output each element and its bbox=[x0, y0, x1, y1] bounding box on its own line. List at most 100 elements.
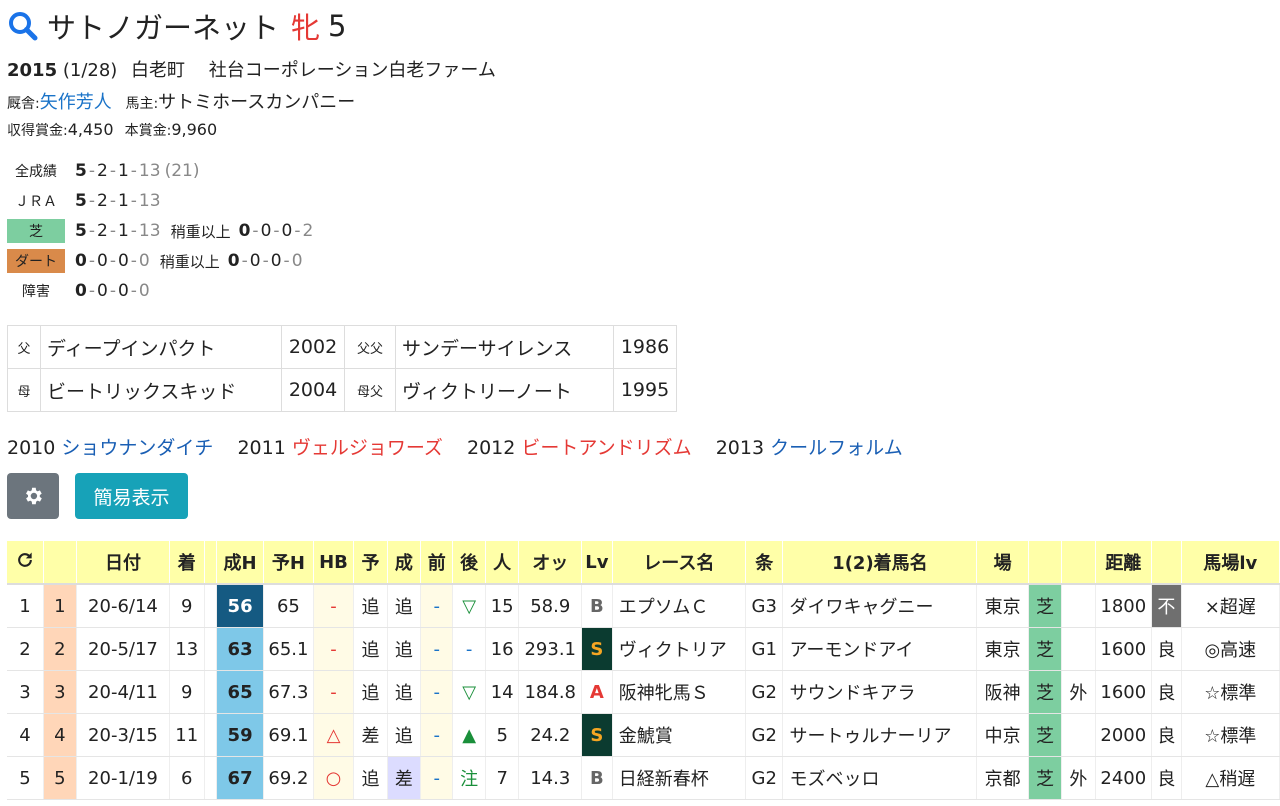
ato-mark: ▽ bbox=[452, 670, 486, 714]
refresh-header[interactable] bbox=[7, 541, 44, 585]
horse-age: 5 bbox=[328, 9, 347, 43]
simple-view-button[interactable]: 簡易表示 bbox=[75, 473, 188, 519]
col-header[interactable] bbox=[204, 541, 218, 585]
pred-style: 追 bbox=[353, 627, 388, 671]
hb-mark: - bbox=[313, 584, 355, 628]
course-side bbox=[1061, 713, 1096, 757]
table-row[interactable]: 3 3 20-4/11 9 65 67.3 - 追 追 - ▽ 14 184.8… bbox=[7, 670, 1280, 714]
sire-name[interactable]: ディープインパクト bbox=[40, 325, 282, 369]
race-table: 日付 着 成H 予H HB 予 成 前 後 人 オッ Lv レース名 条 1(2… bbox=[7, 541, 1280, 800]
popularity: 7 bbox=[485, 756, 520, 800]
record-second: 0 bbox=[96, 281, 108, 301]
heavy-win: 0 bbox=[227, 251, 240, 271]
search-icon[interactable] bbox=[7, 10, 39, 42]
mae-mark: - bbox=[420, 756, 454, 800]
pred-style: 追 bbox=[353, 670, 388, 714]
ss-year: 1986 bbox=[613, 325, 677, 369]
sibling-link[interactable]: クールフォルム bbox=[770, 437, 903, 459]
record-second: 2 bbox=[96, 161, 108, 181]
col-header[interactable]: 距離 bbox=[1095, 541, 1153, 585]
pred-h: 67.3 bbox=[263, 670, 314, 714]
col-header[interactable]: 成H bbox=[216, 541, 265, 585]
pred-h: 69.2 bbox=[263, 756, 314, 800]
odds: 24.2 bbox=[518, 713, 583, 757]
sibling-link[interactable]: ビートアンドリズム bbox=[521, 437, 691, 459]
sibling-item: 2013 クールフォルム bbox=[716, 437, 903, 459]
hb-mark: ○ bbox=[313, 756, 355, 800]
distance: 2000 bbox=[1095, 713, 1153, 757]
ato-mark: ▽ bbox=[452, 584, 486, 628]
col-header[interactable]: オッ bbox=[518, 541, 583, 585]
col-header[interactable]: 予H bbox=[263, 541, 314, 585]
turf-badge: 芝 bbox=[7, 219, 65, 243]
col-header[interactable]: 予 bbox=[353, 541, 388, 585]
col-header[interactable]: HB bbox=[313, 541, 355, 585]
pred-style: 追 bbox=[353, 584, 388, 628]
col-header[interactable]: 条 bbox=[745, 541, 784, 585]
col-header[interactable] bbox=[1151, 541, 1182, 585]
settings-button[interactable] bbox=[7, 473, 59, 519]
refresh-icon[interactable] bbox=[15, 550, 35, 570]
col-header[interactable]: 場 bbox=[976, 541, 1029, 585]
heavy-second: 0 bbox=[260, 221, 272, 241]
winner-name[interactable]: アーモンドアイ bbox=[782, 627, 978, 671]
row-no: 1 bbox=[7, 584, 44, 628]
col-header[interactable]: 1(2)着馬名 bbox=[782, 541, 978, 585]
popularity: 15 bbox=[485, 584, 520, 628]
col-header[interactable]: 人 bbox=[485, 541, 520, 585]
race-name[interactable]: ヴィクトリア bbox=[612, 627, 746, 671]
race-grade: G2 bbox=[745, 756, 784, 800]
col-header[interactable]: 前 bbox=[420, 541, 454, 585]
col-header[interactable]: Lv bbox=[581, 541, 613, 585]
pred-style: 差 bbox=[353, 713, 388, 757]
col-header[interactable]: 成 bbox=[387, 541, 422, 585]
sibling-link[interactable]: ヴェルジョワーズ bbox=[292, 437, 443, 459]
col-header[interactable]: 後 bbox=[452, 541, 486, 585]
record-second: 0 bbox=[96, 251, 108, 271]
ds-name[interactable]: ヴィクトリーノート bbox=[395, 368, 614, 412]
finish-rank: 9 bbox=[169, 584, 205, 628]
popularity: 5 bbox=[485, 713, 520, 757]
winner-name[interactable]: サートゥルナーリア bbox=[782, 713, 978, 757]
winner-name[interactable]: サウンドキアラ bbox=[782, 670, 978, 714]
birth-year: 2015 bbox=[7, 60, 58, 81]
table-row[interactable]: 2 2 20-5/17 13 63 65.1 - 追 追 - - 16 293.… bbox=[7, 627, 1280, 671]
pred-h: 65 bbox=[263, 584, 314, 628]
col-header[interactable] bbox=[1028, 541, 1063, 585]
race-name[interactable]: 阪神牝馬Ｓ bbox=[612, 670, 746, 714]
race-name[interactable]: エプソムＣ bbox=[612, 584, 746, 628]
col-header[interactable]: レース名 bbox=[612, 541, 746, 585]
col-header[interactable] bbox=[1061, 541, 1096, 585]
odds: 293.1 bbox=[518, 627, 583, 671]
racecourse: 阪神 bbox=[976, 670, 1029, 714]
row-no: 5 bbox=[7, 756, 44, 800]
winner-name[interactable]: モズベッロ bbox=[782, 756, 978, 800]
table-row[interactable]: 5 5 20-1/19 6 67 69.2 ○ 追 差 - 注 7 14.3 B… bbox=[7, 756, 1280, 800]
trainer-link[interactable]: 矢作芳人 bbox=[40, 92, 112, 113]
record-win: 5 bbox=[75, 191, 87, 211]
race-level: S bbox=[581, 627, 613, 671]
ss-name[interactable]: サンデーサイレンス bbox=[395, 325, 614, 369]
row-no: 4 bbox=[7, 713, 44, 757]
course-side bbox=[1061, 584, 1096, 628]
table-row[interactable]: 1 1 20-6/14 9 56 65 - 追 追 - ▽ 15 58.9 B … bbox=[7, 584, 1280, 628]
heavy-third: 0 bbox=[281, 221, 293, 241]
col-header[interactable]: 着 bbox=[169, 541, 205, 585]
col-header[interactable]: 馬場lv bbox=[1181, 541, 1280, 585]
record-total: (21) bbox=[164, 161, 200, 181]
odds: 58.9 bbox=[518, 584, 583, 628]
winner-name[interactable]: ダイワキャグニー bbox=[782, 584, 978, 628]
col-header[interactable] bbox=[43, 541, 77, 585]
col-header[interactable]: 日付 bbox=[76, 541, 170, 585]
sibling-link[interactable]: ショウナンダイチ bbox=[61, 437, 213, 459]
surface: 芝 bbox=[1028, 713, 1063, 757]
earnings: 収得賞金:4,450 本賞金:9,960 bbox=[7, 120, 217, 140]
race-name[interactable]: 金鯱賞 bbox=[612, 713, 746, 757]
trainer-label: 厩舎: bbox=[7, 96, 40, 112]
dam-name[interactable]: ビートリックスキッド bbox=[40, 368, 282, 412]
record-third: 1 bbox=[117, 161, 129, 181]
result-h: 65 bbox=[216, 670, 265, 714]
pred-h: 65.1 bbox=[263, 627, 314, 671]
table-row[interactable]: 4 4 20-3/15 11 59 69.1 △ 差 追 - ▲ 5 24.2 … bbox=[7, 713, 1280, 757]
race-name[interactable]: 日経新春杯 bbox=[612, 756, 746, 800]
